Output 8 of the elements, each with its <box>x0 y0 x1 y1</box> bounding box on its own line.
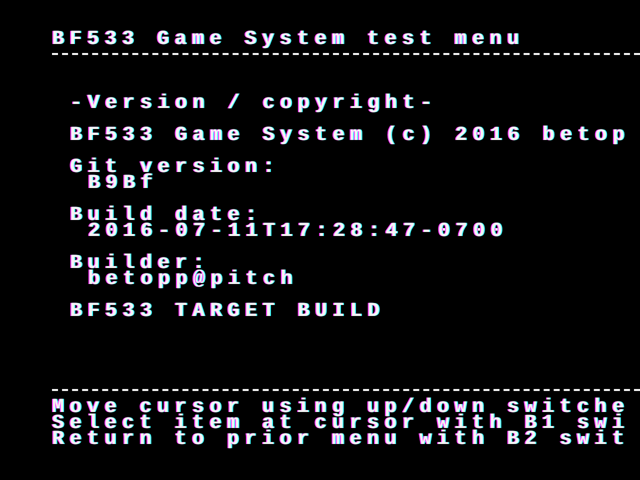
build-target-text: BF533 TARGET BUILD <box>70 304 386 320</box>
section-heading: -Version / copyright- <box>70 96 438 112</box>
help-text: Return to prior menu with B2 swit <box>52 432 630 448</box>
copyright-text: BF533 Game System (c) 2016 betop <box>70 128 630 144</box>
field-value: betopp@pitch <box>88 272 298 288</box>
field-label: Build date: <box>70 208 263 224</box>
menu-title: BF533 Game System test menu <box>52 32 525 48</box>
field-value: 2016-07-11T17:28:47-0700 <box>88 224 508 240</box>
